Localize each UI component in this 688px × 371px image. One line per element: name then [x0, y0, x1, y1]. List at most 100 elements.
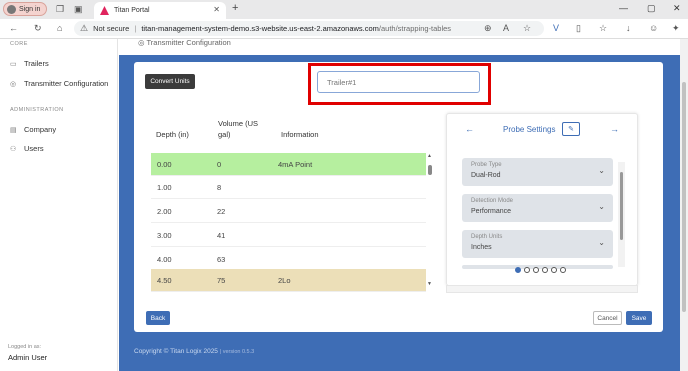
table-row[interactable]: 2.00 22: [151, 200, 426, 223]
select-depth-units[interactable]: Depth Units Inches ⌄: [462, 230, 613, 258]
page-header-cut: ◎ Transmitter Configuration: [138, 38, 231, 47]
sidebar-item-label: Company: [24, 125, 57, 134]
sidebar: CORE ▭ Trailers ◎ Transmitter Configurat…: [0, 39, 118, 371]
carousel-dot[interactable]: [560, 267, 566, 273]
previous-arrow-icon[interactable]: ←: [465, 124, 474, 134]
save-button[interactable]: Save: [626, 311, 652, 325]
cell-volume: 22: [217, 207, 226, 216]
carousel-dot[interactable]: [551, 267, 557, 273]
footer-copyright: Copyright © Titan Logix 2025 | version 0…: [134, 348, 255, 355]
favorite-star-icon[interactable]: ☆: [523, 23, 531, 34]
copilot-icon[interactable]: ✦: [672, 23, 680, 34]
scroll-down-icon[interactable]: ▼: [427, 281, 432, 287]
back-arrow-icon[interactable]: ←: [9, 23, 18, 33]
carousel-dot[interactable]: [542, 267, 548, 273]
field-label: Detection Mode: [471, 198, 514, 204]
chevron-down-icon: ⌄: [598, 238, 605, 247]
avatar-icon: [7, 4, 16, 14]
tab-close-icon[interactable]: ✕: [213, 5, 220, 14]
settings-panel-footer: [446, 285, 638, 293]
cell-volume: 75: [217, 276, 226, 285]
pencil-icon: ✎: [568, 126, 574, 133]
cell-depth: 2.00: [157, 207, 172, 216]
column-header-information: Information: [281, 130, 319, 139]
table-row[interactable]: 4.50 75 2Lo: [151, 269, 426, 292]
select-probe-type[interactable]: Probe Type Dual-Rod ⌄: [462, 158, 613, 186]
probe-settings-title: Probe Settings: [503, 125, 556, 134]
tab-actions-icon[interactable]: ▣: [74, 4, 83, 15]
sidebar-item-transmitter-configuration[interactable]: ◎ Transmitter Configuration: [10, 79, 108, 88]
truck-icon: ▭: [10, 60, 17, 68]
maximize-button[interactable]: ▢: [647, 3, 656, 14]
next-arrow-icon[interactable]: →: [610, 124, 619, 134]
field-label: Depth Units: [471, 234, 503, 240]
sidebar-item-users[interactable]: ⚇ Users: [10, 144, 44, 153]
address-bar[interactable]: ⚠ Not secure | titan-management-system-d…: [74, 21, 544, 36]
carousel-dot[interactable]: [515, 267, 521, 273]
table-row[interactable]: 4.00 63: [151, 248, 426, 271]
cell-depth: 0.00: [157, 160, 172, 169]
edit-button[interactable]: ✎: [562, 122, 580, 136]
sidebar-item-label: Trailers: [24, 59, 49, 68]
scroll-up-icon[interactable]: ▲: [427, 153, 432, 159]
minimize-button[interactable]: —: [619, 3, 628, 13]
field-label: Probe Type: [471, 162, 502, 168]
building-icon: ▤: [10, 126, 17, 134]
carousel-dots: [515, 267, 566, 273]
table-row[interactable]: 0.00 0 4mA Point: [151, 153, 426, 176]
sidebar-section-administration: ADMINISTRATION: [10, 107, 64, 113]
workspaces-icon[interactable]: ❐: [56, 4, 64, 15]
cell-volume: 63: [217, 255, 226, 264]
close-window-button[interactable]: ✕: [673, 3, 681, 14]
column-header-depth: Depth (in): [156, 130, 189, 139]
trailer-name-input[interactable]: [317, 71, 480, 93]
downloads-icon[interactable]: ↓: [626, 23, 631, 33]
separator: |: [134, 24, 137, 33]
warning-icon: ⚠: [80, 23, 89, 33]
cell-info: 2Lo: [278, 276, 291, 285]
sidebar-section-core: CORE: [10, 41, 28, 47]
logged-in-label: Logged in as:: [8, 344, 42, 350]
extension-icon[interactable]: V: [553, 23, 559, 33]
cell-info: 4mA Point: [278, 160, 313, 169]
select-detection-mode[interactable]: Detection Mode Performance ⌄: [462, 194, 613, 222]
zoom-icon[interactable]: ⊕: [484, 23, 492, 34]
cell-volume: 0: [217, 160, 222, 169]
table-row[interactable]: 3.00 41: [151, 224, 426, 247]
cell-depth: 1.00: [157, 183, 172, 192]
profile-button[interactable]: Sign in: [3, 2, 47, 16]
sidebar-item-trailers[interactable]: ▭ Trailers: [10, 59, 49, 68]
column-header-volume: Volume (US gal): [218, 119, 259, 139]
carousel-dot[interactable]: [533, 267, 539, 273]
sidebar-item-label: Transmitter Configuration: [24, 79, 109, 88]
carousel-dot[interactable]: [524, 267, 530, 273]
read-aloud-icon[interactable]: A: [503, 23, 509, 33]
table-row[interactable]: 1.00 8: [151, 176, 426, 199]
current-user: Admin User: [8, 353, 48, 362]
profile-label: Sign in: [19, 5, 41, 13]
cell-volume: 41: [217, 231, 226, 240]
convert-units-button[interactable]: Convert Units: [145, 74, 195, 89]
table-scroll-thumb[interactable]: [428, 165, 432, 175]
field-value: Dual-Rod: [471, 172, 501, 179]
split-screen-icon[interactable]: ▯: [576, 23, 581, 34]
settings-scroll-thumb[interactable]: [620, 172, 623, 240]
home-icon[interactable]: ⌂: [57, 23, 62, 33]
security-label: Not secure: [93, 24, 130, 33]
back-button[interactable]: Back: [146, 311, 170, 325]
sidebar-item-company[interactable]: ▤ Company: [10, 125, 56, 134]
tab-title: Titan Portal: [114, 7, 150, 14]
broadcast-icon: ◎: [10, 80, 17, 88]
field-value: Performance: [471, 208, 512, 215]
new-tab-button[interactable]: +: [232, 2, 238, 14]
favorites-icon[interactable]: ☆: [599, 23, 607, 34]
reload-icon[interactable]: ↻: [34, 23, 42, 34]
tab-titan-portal[interactable]: Titan Portal ✕: [94, 2, 226, 19]
url-text: titan-management-system-demo.s3-website.…: [141, 24, 452, 33]
users-icon: ⚇: [10, 145, 17, 153]
page-scroll-thumb[interactable]: [682, 82, 686, 312]
cell-volume: 8: [217, 183, 222, 192]
cell-depth: 4.50: [157, 276, 172, 285]
cancel-button[interactable]: Cancel: [593, 311, 622, 325]
user-profile-icon[interactable]: ☺: [649, 23, 658, 33]
